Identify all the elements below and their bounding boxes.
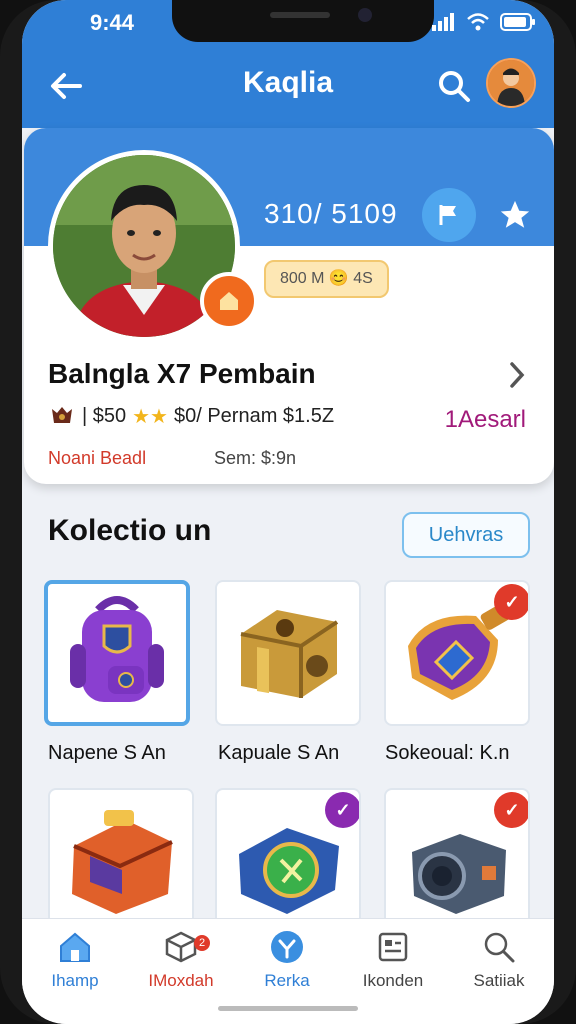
flag-button[interactable] <box>422 188 476 242</box>
wifi-icon <box>467 13 489 31</box>
coin-stars-icon: ★★ <box>132 406 168 428</box>
collection-item-camera[interactable]: ✓ <box>384 788 530 934</box>
collection-item-badge[interactable]: ✓ <box>384 580 530 726</box>
nav-item-inventory[interactable]: IMoxdah 2 <box>128 929 234 991</box>
speaker <box>270 12 330 18</box>
status-time: 9:44 <box>90 10 135 35</box>
app-bar: Kaqlia <box>22 48 554 128</box>
treasure-chest-icon <box>240 610 339 698</box>
nav-item-collection[interactable]: Ikonden <box>340 929 446 991</box>
collection-item-backpack[interactable] <box>44 580 190 726</box>
app-screen: 9:44 Kaqlia 310/ 5109 800 M 😊 4S Balngla… <box>22 0 554 1024</box>
rewards-icon <box>271 931 303 963</box>
collection-title: Kolectio un <box>48 514 212 547</box>
flag-icon <box>439 205 456 225</box>
notch <box>172 0 434 42</box>
nav-item-rewards[interactable]: Rerka <box>234 929 340 991</box>
app-title: Kaqlia <box>242 66 334 99</box>
item-case-icon <box>72 810 173 914</box>
view-all-label: Uehvras <box>428 523 504 546</box>
avatar-person-icon <box>488 60 534 106</box>
home-indicator[interactable] <box>218 1006 358 1011</box>
status-icons <box>432 12 536 32</box>
subrow-rest: $0/ Pernam $1.5Z <box>173 405 335 427</box>
signal-icon <box>432 13 456 31</box>
backpack-icon <box>70 596 164 702</box>
user-avatar[interactable] <box>486 58 536 108</box>
nav-label: Ihamp <box>51 971 99 990</box>
profile-subrow: | $50 ★★ $0/ Pernam $1.5Z <box>48 404 334 429</box>
subrow-prefix: | $50 <box>82 405 127 427</box>
collection-item-label: Sokeoual: K.n <box>385 742 510 764</box>
search-icon <box>484 932 515 963</box>
cube-icon <box>165 931 197 963</box>
home-icon <box>60 932 90 962</box>
points-pill: 800 M 😊 4S <box>264 260 389 298</box>
notification-badge: 2 <box>194 935 210 951</box>
check-badge-icon: ✓ <box>325 792 359 828</box>
new-badge: ✓ <box>494 584 528 620</box>
collection-item-gem-box[interactable]: ✓ <box>215 788 361 934</box>
battery-icon <box>500 13 535 31</box>
front-camera <box>358 8 372 22</box>
chevron-right-icon[interactable] <box>506 360 528 390</box>
nav-label: Ikonden <box>362 971 424 990</box>
view-all-button[interactable]: Uehvras <box>402 512 530 558</box>
status-bar: 9:44 <box>22 0 554 48</box>
nav-label: IMoxdah <box>148 971 214 990</box>
profile-stat: 310/ 5109 <box>264 198 398 229</box>
collection-item-label: Kapuale S An <box>218 742 340 764</box>
star-icon[interactable] <box>498 198 532 232</box>
nav-label: Satiiak <box>473 971 525 990</box>
profile-gray-text: Sem: $:9n <box>214 448 297 468</box>
profile-name: Balngla X7 Pembain <box>48 358 316 389</box>
home-icon <box>220 292 238 310</box>
nav-label: Rerka <box>264 971 310 990</box>
profile-red-text: Noani Beadl <box>48 448 147 468</box>
profile-card: 310/ 5109 800 M 😊 4S Balngla X7 Pembain <box>24 128 554 484</box>
nav-item-search[interactable]: Satiiak <box>446 929 552 991</box>
new-badge: ✓ <box>494 792 528 828</box>
collection-item-case[interactable] <box>48 788 194 934</box>
profile-link[interactable]: 1Aesarl <box>445 406 526 434</box>
collection-item-label: Napene S An <box>48 742 166 764</box>
phone-frame: 9:44 Kaqlia 310/ 5109 800 M 😊 4S Balngla… <box>0 0 576 1024</box>
collection-item-chest[interactable] <box>215 580 361 726</box>
grid-icon <box>378 932 408 962</box>
search-icon[interactable] <box>436 68 472 104</box>
crest-icon <box>52 406 72 423</box>
home-badge <box>200 272 258 330</box>
nav-item-home[interactable]: Ihamp <box>22 929 128 991</box>
